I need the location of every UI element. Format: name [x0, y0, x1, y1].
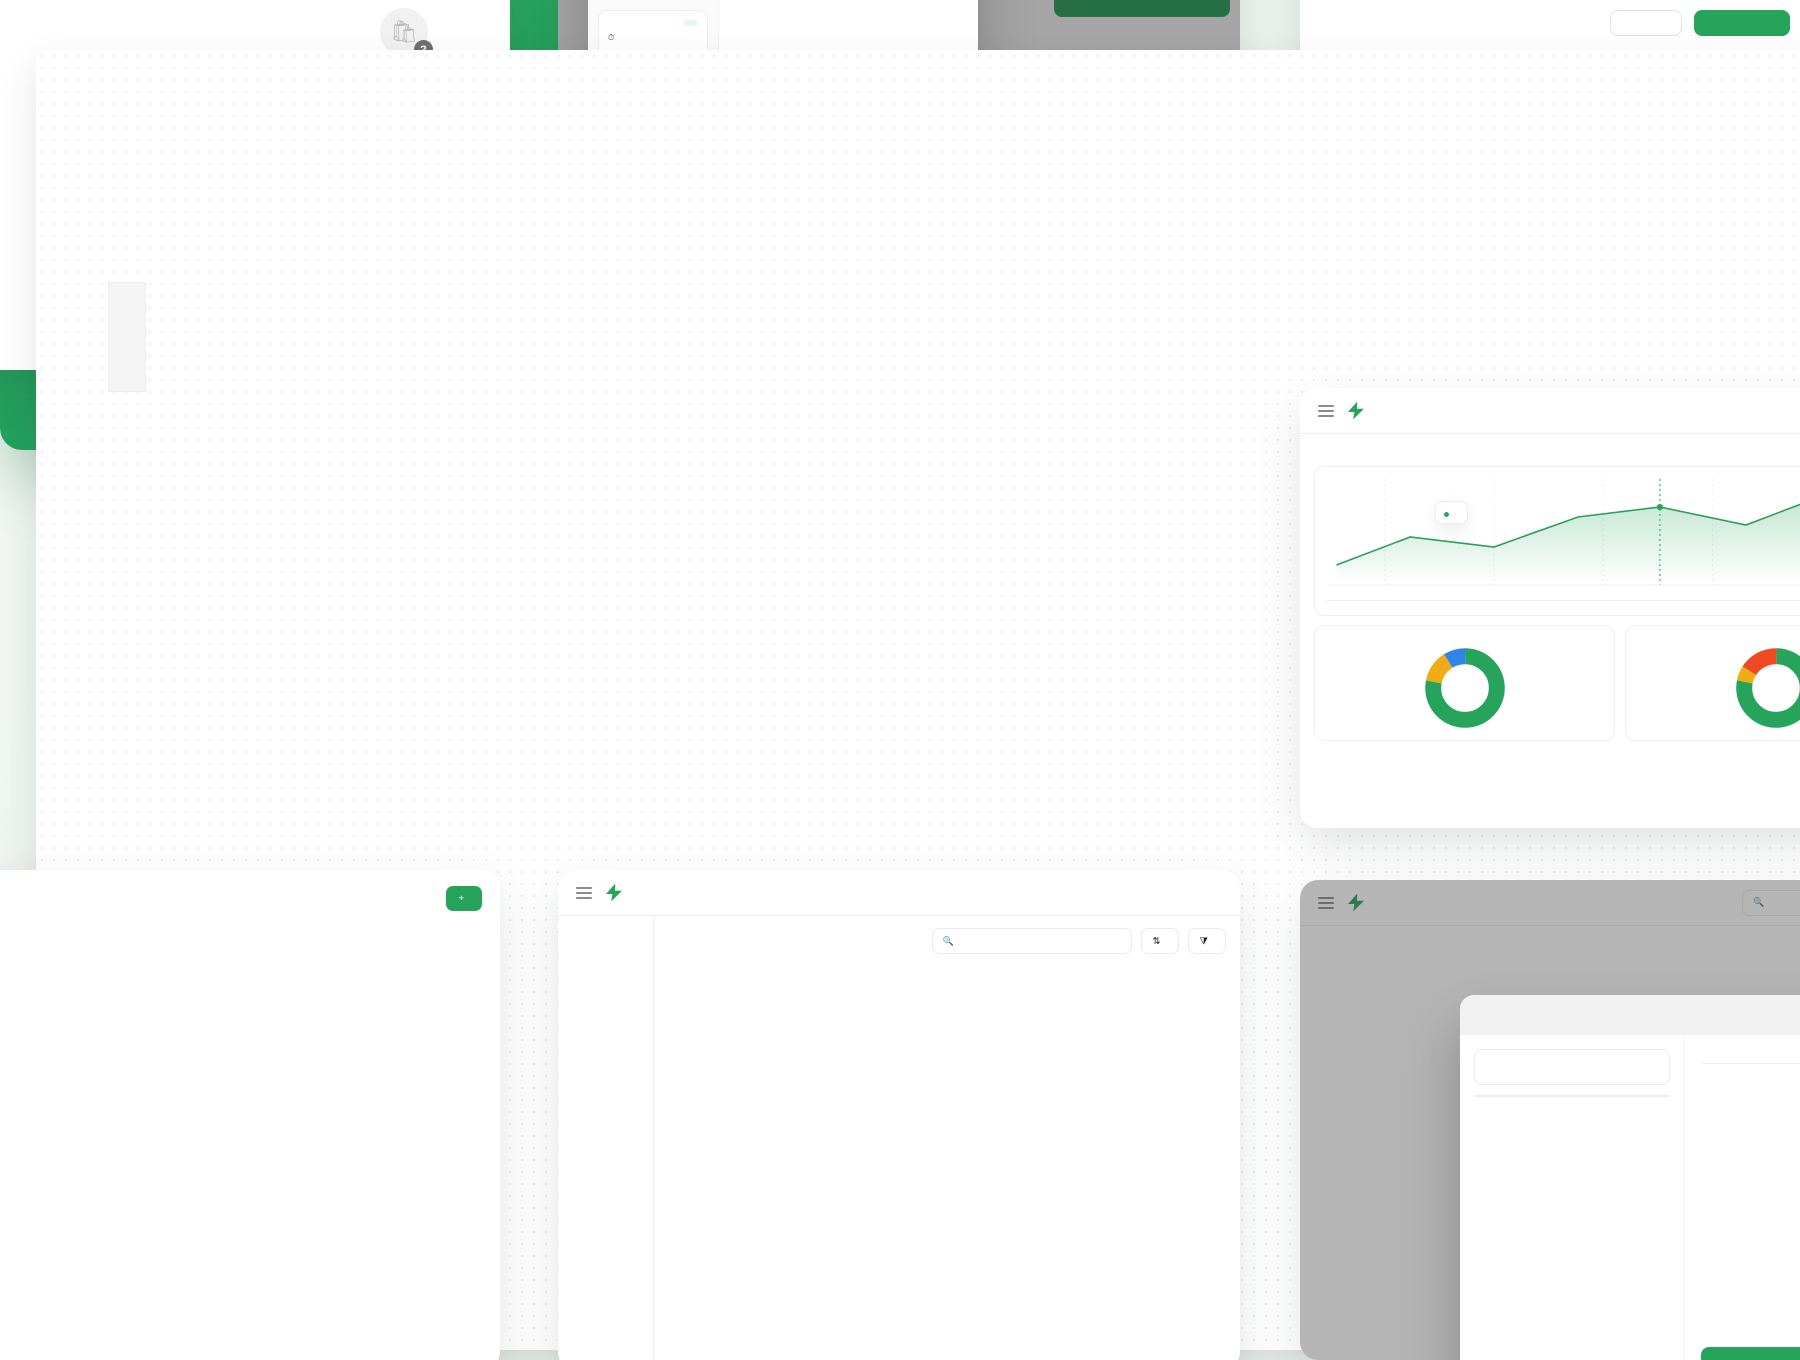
donut-svg-stock — [1735, 648, 1800, 728]
cancel-button[interactable] — [1610, 10, 1682, 36]
hamburger-menu-icon[interactable] — [576, 886, 592, 899]
stock-status-card — [1625, 625, 1800, 741]
sort-button[interactable]: ⇅ — [1140, 928, 1179, 954]
payment-modal: › — [1460, 995, 1800, 1360]
modifier-settings-screen: + — [0, 870, 500, 1360]
filter-icon: ⧩ — [1199, 935, 1208, 947]
tooltip-dot-icon — [1444, 512, 1449, 517]
showcase-canvas: 🛍 ? ⏱ + 🔍 ⇅ ⧩ 🔍 — [0, 0, 1800, 1360]
plus-icon: + — [458, 893, 464, 904]
cashier-station — [108, 282, 146, 392]
sort-icon: ⇅ — [1152, 935, 1161, 947]
select-table-button[interactable] — [1694, 10, 1790, 36]
confirm-payment-button[interactable] — [1701, 1347, 1800, 1360]
x-axis-ticks — [1326, 600, 1800, 605]
chart-tooltip — [1435, 501, 1468, 524]
product-status-donut — [1326, 646, 1603, 730]
page-title — [1300, 434, 1800, 456]
filter-button[interactable]: ⧩ — [1187, 928, 1226, 954]
add-modifier-group-button[interactable]: + — [446, 886, 482, 911]
amount-input[interactable] — [1474, 1049, 1670, 1085]
bolt-icon — [1348, 401, 1364, 420]
sales-overview-chart — [1314, 466, 1800, 616]
empty-bag-icon: 🛍 — [380, 8, 433, 59]
table-selection-screen — [0, 10, 1800, 1350]
brand-logo — [1348, 401, 1371, 420]
order-list-screen: 🔍 ⇅ ⧩ — [558, 870, 1240, 1360]
search-icon: 🔍 — [942, 935, 954, 946]
donut-svg — [1424, 648, 1505, 728]
order-filter-sidebar — [558, 916, 653, 1360]
search-order-input[interactable]: 🔍 — [931, 928, 1132, 954]
app-header-orders — [558, 870, 1240, 916]
bolt-icon — [606, 883, 622, 902]
payment-screen: 🔍 › — [1300, 880, 1800, 1360]
report-dashboard-screen — [1300, 388, 1800, 828]
area-chart-svg — [1328, 479, 1800, 586]
hamburger-menu-icon[interactable] — [1318, 404, 1334, 417]
numeric-keypad — [1474, 1095, 1670, 1097]
product-status-card — [1314, 625, 1615, 741]
app-header — [1300, 388, 1800, 434]
status-donut-row — [1300, 616, 1800, 741]
stock-status-donut — [1637, 646, 1800, 730]
brand-logo — [606, 883, 629, 902]
timer-icon: ⏱ — [608, 33, 615, 42]
shift-status-badge — [684, 20, 698, 26]
